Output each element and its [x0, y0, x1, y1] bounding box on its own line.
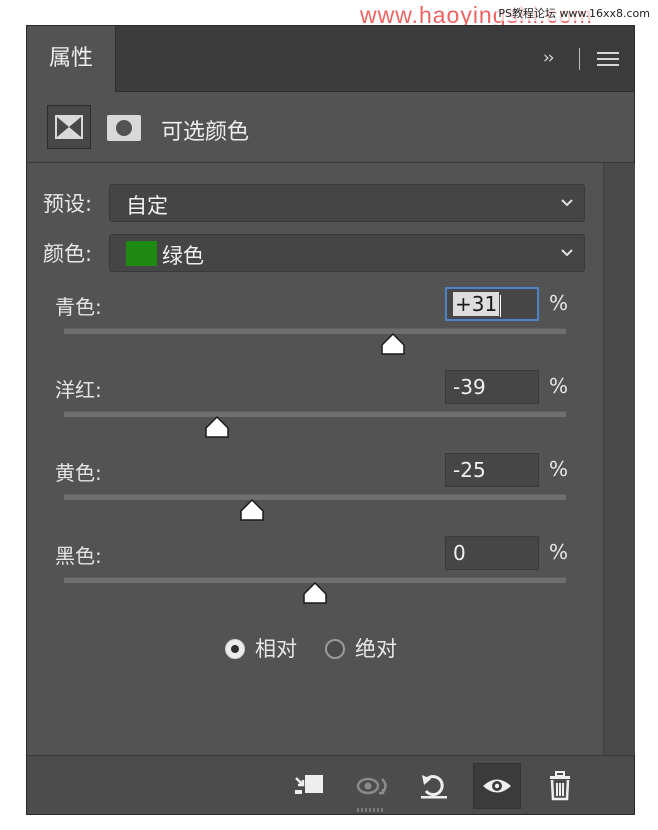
collapse-panel-icon[interactable]: ›› [543, 48, 555, 68]
black-slider-thumb[interactable] [303, 582, 327, 604]
colors-value: 绿色 [162, 244, 204, 268]
view-previous-state-icon[interactable] [353, 769, 389, 803]
colors-dropdown[interactable]: 绿色 [109, 234, 585, 272]
reset-icon[interactable] [416, 769, 452, 803]
relative-label[interactable]: 相对 [255, 633, 297, 663]
selective-color-icon[interactable] [47, 105, 91, 149]
magenta-unit: % [549, 374, 569, 398]
absolute-label[interactable]: 绝对 [355, 633, 397, 663]
scrollbar[interactable] [603, 163, 635, 755]
relative-radio[interactable] [225, 639, 245, 659]
color-swatch [126, 241, 157, 266]
yellow-slider-thumb[interactable] [240, 499, 264, 521]
bottom-toolbar [27, 755, 634, 814]
preset-value: 自定 [126, 194, 168, 218]
panel-menu-icon[interactable] [597, 52, 619, 66]
adjustment-title: 可选颜色 [161, 120, 250, 145]
selective-color-controls: 预设: 自定 颜色: 绿色 青色: +31 % 洋红: -39 % 黄色: -2… [27, 163, 602, 755]
watermark-forum: PS教程论坛 www.16xx8.com [496, 5, 652, 21]
black-value-field[interactable]: 0 [445, 536, 539, 570]
chevron-down-icon [561, 199, 573, 207]
yellow-unit: % [549, 457, 569, 481]
black-label: 黑色: [55, 544, 102, 568]
layer-mask-icon[interactable] [107, 115, 141, 141]
magenta-slider-track[interactable] [64, 411, 566, 417]
preset-dropdown[interactable]: 自定 [109, 184, 585, 222]
magenta-value-field[interactable]: -39 [445, 370, 539, 404]
colors-label: 颜色: [43, 242, 93, 266]
magenta-slider-thumb[interactable] [205, 416, 229, 438]
cyan-value: +31 [453, 292, 500, 316]
cyan-value-field[interactable]: +31 [445, 287, 539, 321]
magenta-label: 洋红: [55, 378, 102, 402]
cyan-slider-track[interactable] [64, 328, 566, 334]
cyan-slider-thumb[interactable] [381, 333, 405, 355]
yellow-slider-track[interactable] [64, 494, 566, 500]
preset-label: 预设: [43, 192, 93, 216]
resize-grip[interactable] [357, 808, 385, 812]
yellow-label: 黄色: [55, 461, 102, 485]
yellow-value-field[interactable]: -25 [445, 453, 539, 487]
tab-separator [579, 48, 580, 70]
chevron-down-icon [561, 249, 573, 257]
panel-tab-bar: 属性 ›› [27, 26, 634, 92]
clip-to-layer-icon[interactable] [291, 769, 327, 803]
black-unit: % [549, 540, 569, 564]
trash-icon[interactable] [543, 769, 579, 803]
properties-panel: 属性 ›› 可选颜色 预设: 自定 颜色: 绿色 青色: +31 % 洋红: -… [26, 25, 635, 815]
adjustment-header: 可选颜色 [27, 92, 634, 163]
cyan-unit: % [549, 291, 569, 315]
cyan-label: 青色: [55, 295, 102, 319]
absolute-radio[interactable] [325, 639, 345, 659]
visibility-eye-icon[interactable] [473, 763, 521, 809]
tab-properties[interactable]: 属性 [27, 26, 116, 92]
